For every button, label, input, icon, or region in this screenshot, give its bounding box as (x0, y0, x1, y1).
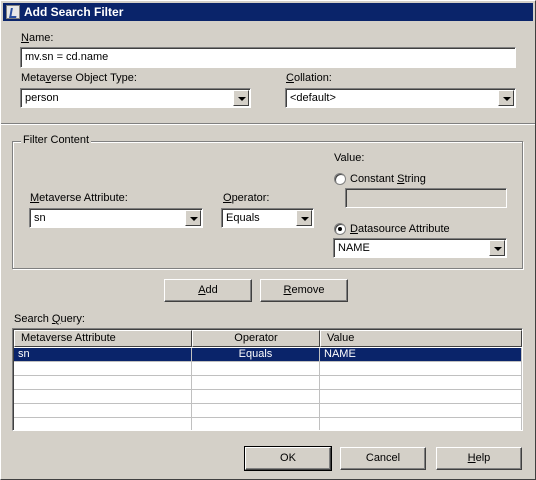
window-title: Add Search Filter (24, 5, 124, 19)
search-query-list[interactable]: Metaverse Attribute Operator Value sn Eq… (12, 328, 523, 431)
column-header-attribute[interactable]: Metaverse Attribute (14, 330, 192, 347)
operator-label: Operator: (223, 192, 270, 204)
title-bar[interactable]: Add Search Filter (3, 3, 533, 21)
chevron-down-icon[interactable] (233, 90, 249, 106)
list-header: Metaverse Attribute Operator Value (14, 330, 522, 347)
constant-string-input[interactable] (345, 188, 507, 208)
chevron-down-icon[interactable] (185, 210, 201, 226)
datasource-attribute-radio[interactable] (334, 223, 346, 235)
object-type-label: Metaverse Object Type: (21, 72, 137, 84)
operator-dropdown[interactable]: Equals (221, 208, 314, 228)
empty-row (14, 404, 522, 418)
object-type-dropdown[interactable]: person (20, 88, 251, 108)
ok-button[interactable]: OK (244, 446, 332, 471)
separator (1, 123, 535, 125)
datasource-attribute-value: NAME (338, 242, 370, 254)
mv-attribute-value: sn (34, 212, 46, 224)
cancel-button[interactable]: Cancel (340, 447, 426, 470)
empty-row (14, 362, 522, 376)
object-type-value: person (25, 92, 59, 104)
column-header-operator[interactable]: Operator (192, 330, 320, 347)
collation-dropdown[interactable]: <default> (285, 88, 516, 108)
empty-row (14, 418, 522, 430)
row-value: NAME (320, 348, 522, 362)
add-search-filter-dialog: Add Search Filter Name: mv.sn = cd.name … (0, 0, 536, 480)
constant-string-radio[interactable] (334, 173, 346, 185)
collation-value: <default> (290, 92, 336, 104)
chevron-down-icon[interactable] (498, 90, 514, 106)
constant-string-label[interactable]: Constant String (350, 173, 426, 185)
empty-row (14, 376, 522, 390)
search-query-label: Search Query: (14, 313, 85, 325)
chevron-down-icon[interactable] (296, 210, 312, 226)
table-row[interactable]: sn Equals NAME (14, 348, 522, 362)
row-operator: Equals (192, 348, 320, 362)
name-label: Name: (21, 32, 54, 44)
datasource-attribute-dropdown[interactable]: NAME (333, 238, 507, 258)
mv-attribute-dropdown[interactable]: sn (29, 208, 203, 228)
remove-button[interactable]: Remove (260, 279, 348, 302)
datasource-attribute-label[interactable]: Datasource Attribute (350, 223, 450, 235)
collation-label: Collation: (286, 72, 332, 84)
name-input[interactable]: mv.sn = cd.name (20, 47, 516, 68)
value-label: Value: (334, 152, 365, 164)
chevron-down-icon[interactable] (489, 240, 505, 256)
row-attribute: sn (14, 348, 192, 362)
empty-row (14, 390, 522, 404)
mv-attribute-label: Metaverse Attribute: (30, 192, 128, 204)
help-button[interactable]: Help (436, 447, 522, 470)
app-icon (6, 5, 20, 19)
add-button[interactable]: Add (164, 279, 252, 302)
operator-value: Equals (226, 212, 260, 224)
filter-content-legend: Filter Content (21, 134, 92, 146)
column-header-value[interactable]: Value (320, 330, 522, 347)
